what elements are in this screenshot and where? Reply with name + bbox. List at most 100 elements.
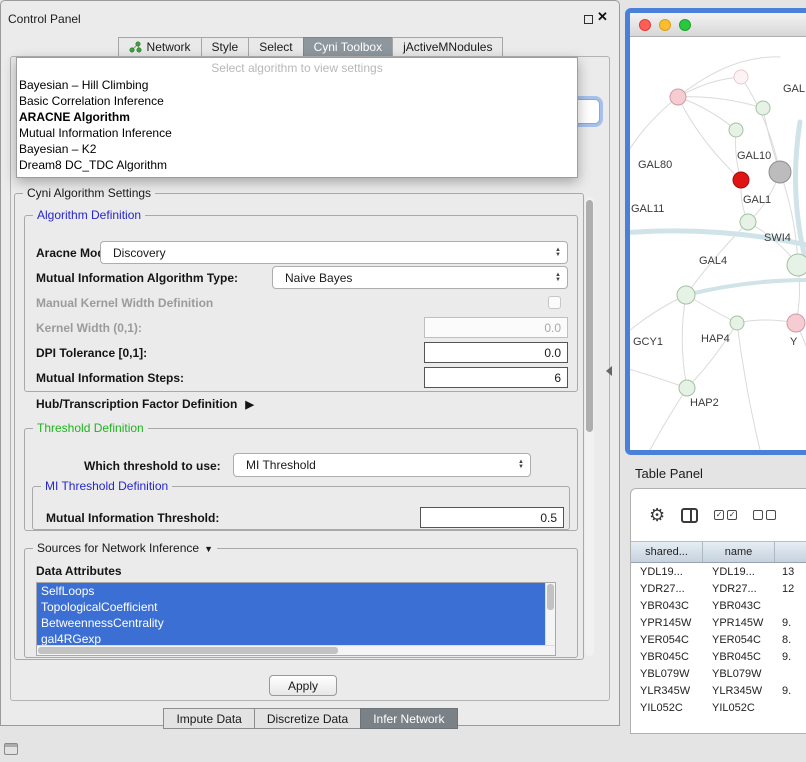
bottom-tab-discretize-data[interactable]: Discretize Data [254,708,361,729]
zoom-traffic-light-icon[interactable] [679,19,691,31]
hub-definition-label: Hub/Transcription Factor Definition [36,397,237,411]
table-row[interactable]: YIL052CYIL052C [631,699,806,716]
cyni-algorithm-settings-title: Cyni Algorithm Settings [23,186,155,200]
algorithm-option-dream8-dc-tdc-algorithm[interactable]: Dream8 DC_TDC Algorithm [17,157,577,173]
attributes-horizontal-scrollbar[interactable] [37,645,555,655]
panel-collapse-arrow[interactable] [606,366,612,376]
bottom-tab-impute-data[interactable]: Impute Data [163,708,254,729]
combo-arrows-icon: ▲▼ [555,248,561,258]
network-node-label: GAL10 [737,150,771,162]
control-panel-title: Control Panel [8,12,81,26]
network-edge[interactable] [650,388,687,450]
kernel-width-field[interactable]: 0.0 [424,317,568,338]
algorithm-option-bayesian-k2[interactable]: Bayesian – K2 [17,141,577,157]
dpi-tolerance-field[interactable]: 0.0 [424,342,568,363]
tab-label: Style [212,40,239,54]
checked-box-icon: ✓ [727,510,737,520]
mi-threshold-field[interactable]: 0.5 [420,507,564,528]
network-node-label: GAL80 [638,159,672,171]
network-edge[interactable] [630,295,686,337]
network-node-label: HAP2 [690,397,719,409]
sources-group-toggle[interactable]: Sources for Network Inference▼ [33,541,217,555]
close-icon[interactable]: ✕ [597,10,608,24]
tab-label: jActiveMNodules [403,40,492,54]
network-node[interactable] [677,286,695,304]
tab-jactivemnodules[interactable]: jActiveMNodules [392,37,503,57]
attributes-vertical-scrollbar[interactable] [545,583,555,646]
network-node[interactable] [787,314,805,332]
aracne-mode-combobox[interactable]: Discovery ▲▼ [100,241,568,264]
network-node[interactable] [729,123,743,137]
network-node[interactable] [730,316,744,330]
network-node[interactable] [670,89,686,105]
network-edge[interactable] [682,295,687,388]
algorithm-definition-title: Algorithm Definition [33,208,145,222]
close-traffic-light-icon[interactable] [639,19,651,31]
attribute-item-betweennesscentrality[interactable]: BetweennessCentrality [37,615,545,631]
float-window-icon[interactable] [584,15,593,24]
which-threshold-combobox[interactable]: MI Threshold ▲▼ [233,453,531,477]
table-row[interactable]: YLR345WYLR345W9. [631,682,806,699]
network-node[interactable] [740,214,756,230]
network-node[interactable] [756,101,770,115]
settings-scrollbar[interactable] [585,197,594,656]
table-row[interactable]: YBR043CYBR043C [631,597,806,614]
column-header-name[interactable]: name [703,542,775,562]
column-header-shared[interactable]: shared... [631,542,703,562]
tab-label: Network [147,40,191,54]
mi-steps-field[interactable]: 6 [424,367,568,388]
attribute-item-selfloops[interactable]: SelfLoops [37,583,545,599]
tab-style[interactable]: Style [201,37,250,57]
network-edge[interactable] [630,367,687,388]
network-node[interactable] [787,254,806,276]
algorithm-option-mutual-information-inference[interactable]: Mutual Information Inference [17,125,577,141]
table-row[interactable]: YDL19...YDL19...13 [631,563,806,580]
tab-select[interactable]: Select [248,37,303,57]
collapse-down-icon: ▼ [204,544,213,554]
expand-right-icon: ▶ [245,399,253,411]
algorithm-option-basic-correlation-inference[interactable]: Basic Correlation Inference [17,93,577,109]
hub-definition-toggle[interactable]: Hub/Transcription Factor Definition ▶ [36,397,254,411]
apply-button[interactable]: Apply [269,675,337,696]
network-node[interactable] [679,380,695,396]
minimized-panel-icon[interactable] [4,743,18,755]
network-edge[interactable] [737,323,760,450]
network-edge[interactable] [678,57,780,97]
network-edge[interactable] [678,77,741,97]
attributes-vscroll-thumb[interactable] [547,584,554,610]
minimize-traffic-light-icon[interactable] [659,19,671,31]
table-row[interactable]: YER054CYER054C8. [631,631,806,648]
network-window-titlebar[interactable] [630,13,806,37]
bottom-tabs: Impute DataDiscretize DataInfer Network [0,708,620,729]
bottom-tab-infer-network[interactable]: Infer Network [360,708,457,729]
mi-algorithm-type-combobox[interactable]: Naive Bayes ▲▼ [272,266,568,289]
columns-icon[interactable] [681,508,698,523]
table-row[interactable]: YBR045CYBR045C9. [631,648,806,665]
table-row[interactable]: YBL079WYBL079W [631,665,806,682]
network-node[interactable] [733,172,749,188]
table-cell: YDL19... [703,566,775,578]
algorithm-option-bayesian-hill-climbing[interactable]: Bayesian – Hill Climbing [17,77,577,93]
settings-scrollbar-thumb[interactable] [586,200,593,432]
network-canvas[interactable]: GAL80GAL10GAL11GAL1SWI4GAL4GCY1HAP4HAP2G… [630,37,806,450]
attributes-hscroll-thumb[interactable] [38,647,338,654]
tab-network[interactable]: Network [118,37,202,57]
network-edge[interactable] [678,97,741,180]
tab-cyni-toolbox[interactable]: Cyni Toolbox [303,37,393,57]
deselect-all-columns-icon[interactable] [753,510,776,520]
table-row[interactable]: YPR145WYPR145W9. [631,614,806,631]
attribute-item-topologicalcoefficient[interactable]: TopologicalCoefficient [37,599,545,615]
table-row[interactable]: YDR27...YDR27...12 [631,580,806,597]
table-cell: 12 [775,583,806,595]
gear-icon[interactable]: ⚙ [649,506,665,524]
network-edge[interactable] [686,280,806,295]
table-cell: 8. [775,634,806,646]
table-panel-title: Table Panel [635,466,703,481]
network-edge[interactable] [630,97,678,162]
column-header-extra[interactable] [775,542,806,562]
select-all-columns-icon[interactable]: ✓ ✓ [714,510,737,520]
algorithm-option-aracne-algorithm[interactable]: ARACNE Algorithm [17,109,577,125]
network-node[interactable] [734,70,748,84]
manual-kernel-width-checkbox[interactable] [548,296,561,309]
network-node[interactable] [769,161,791,183]
